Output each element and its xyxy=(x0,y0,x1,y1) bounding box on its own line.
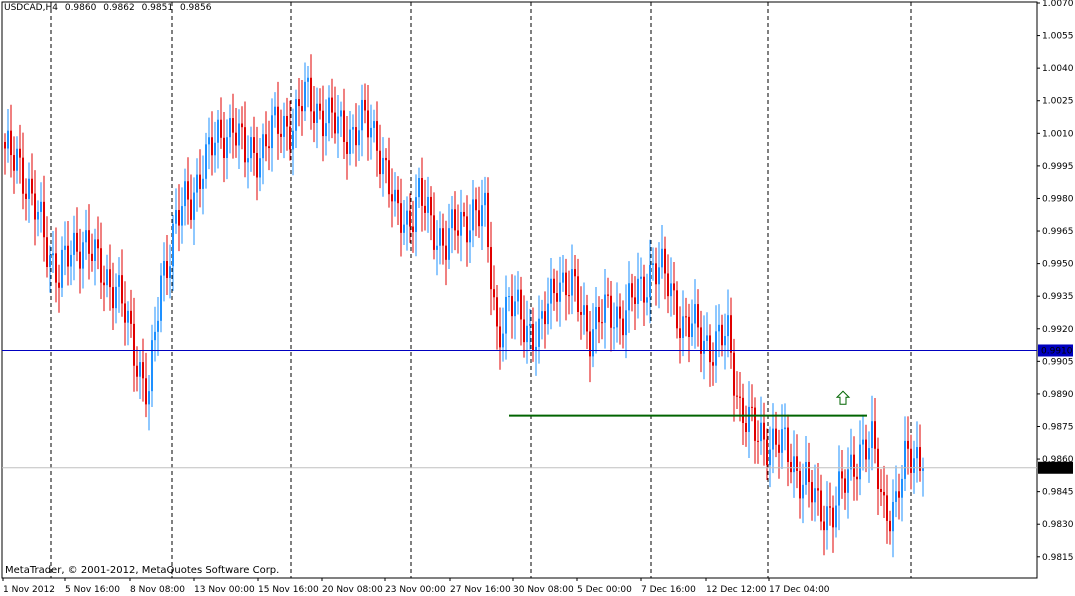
price-chart[interactable]: 1.0070 1.0055 1.0040 1.0025 1.0010 0.9995 0.99… xyxy=(0,0,1075,596)
x-tick-label: 13 Nov 00:00 xyxy=(194,585,255,595)
y-tick-label: 0.9890 xyxy=(1042,390,1074,400)
open-value: 0.9860 xyxy=(64,3,97,13)
y-tick-label: 0.9905 xyxy=(1042,357,1074,367)
y-tick-label: 0.9980 xyxy=(1042,194,1074,204)
close-value: 0.9856 xyxy=(179,3,212,13)
x-tick-label: 5 Dec 00:00 xyxy=(577,585,632,595)
y-tick-label: 0.9965 xyxy=(1042,227,1074,237)
symbol-label: USDCAD,H4 xyxy=(4,3,58,13)
y-tick-label: 0.9845 xyxy=(1042,488,1074,498)
x-tick-label: 23 Nov 00:00 xyxy=(385,585,446,595)
x-tick-label: 5 Nov 16:00 xyxy=(65,585,120,595)
x-tick-label: 12 Dec 12:00 xyxy=(706,585,767,595)
x-tick-label: 30 Nov 08:00 xyxy=(513,585,574,595)
ohlc-header: USDCAD,H4 0.9860 0.9862 0.9851 0.9856 xyxy=(4,3,215,13)
copyright-notice: MetaTrader, © 2001-2012, MetaQuotes Soft… xyxy=(5,565,280,576)
y-tick-label: 1.0055 xyxy=(1042,32,1074,42)
y-tick-label: 1.0025 xyxy=(1042,97,1074,107)
y-tick-label: 0.9830 xyxy=(1042,520,1074,530)
x-tick-label: 8 Nov 08:00 xyxy=(130,585,185,595)
x-tick-label: 1 Nov 2012 xyxy=(3,585,55,595)
y-tick-label: 0.9920 xyxy=(1042,325,1074,335)
y-tick-label: 0.9995 xyxy=(1042,162,1074,172)
hline-price-label: 0.9910 xyxy=(1041,346,1073,356)
x-tick-label: 15 Nov 16:00 xyxy=(258,585,319,595)
x-tick-label: 7 Dec 16:00 xyxy=(641,585,696,595)
x-tick-label: 17 Dec 04:00 xyxy=(769,585,830,595)
x-tick-label: 20 Nov 08:00 xyxy=(322,585,383,595)
y-tick-label: 1.0010 xyxy=(1042,129,1074,139)
y-tick-label: 1.0040 xyxy=(1042,64,1074,74)
low-value: 0.9851 xyxy=(141,3,174,13)
y-tick-label: 1.0070 xyxy=(1042,0,1074,9)
chart-window[interactable]: 1.0070 1.0055 1.0040 1.0025 1.0010 0.9995 0.99… xyxy=(0,0,1075,596)
y-tick-label: 0.9815 xyxy=(1042,553,1074,563)
current-price-label: 0.9856 xyxy=(1041,464,1073,474)
y-tick-label: 0.9935 xyxy=(1042,292,1074,302)
high-value: 0.9862 xyxy=(103,3,135,13)
y-tick-label: 0.9950 xyxy=(1042,260,1074,270)
y-tick-label: 0.9875 xyxy=(1042,422,1074,432)
x-tick-label: 27 Nov 16:00 xyxy=(450,585,511,595)
